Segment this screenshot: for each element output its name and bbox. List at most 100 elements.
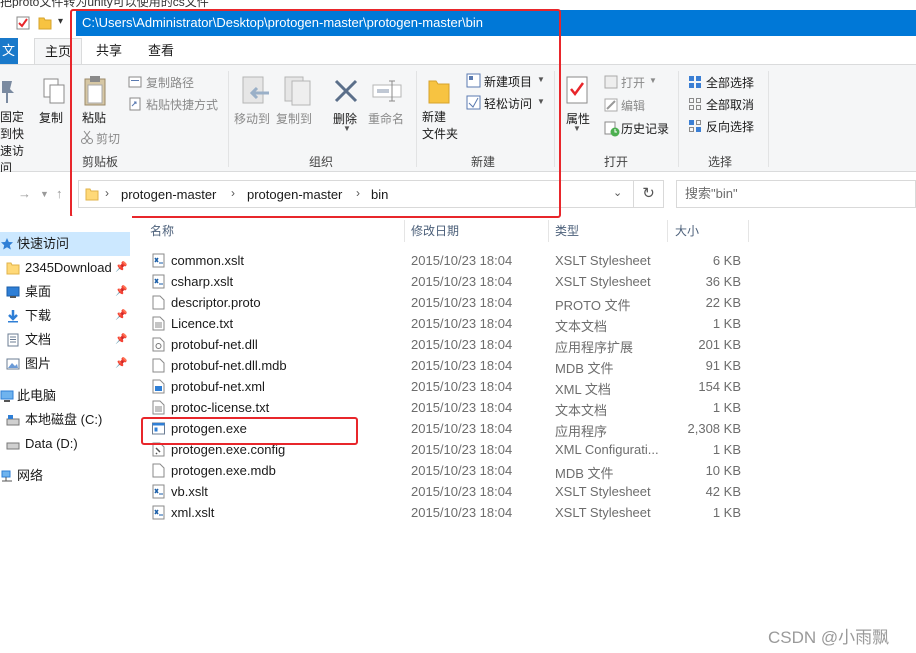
- nav-item-desktop[interactable]: 桌面 📌: [0, 280, 130, 304]
- move-to-icon[interactable]: [241, 75, 271, 107]
- invert-selection-icon[interactable]: [688, 119, 702, 133]
- rename-button[interactable]: 重命名: [368, 110, 404, 127]
- chevron-right-icon[interactable]: ›: [105, 186, 109, 200]
- invert-selection-button[interactable]: 反向选择: [706, 118, 754, 135]
- paste-shortcut-button[interactable]: 粘贴快捷方式: [146, 96, 218, 113]
- forward-arrow-icon[interactable]: →: [18, 186, 31, 201]
- chevron-right-icon[interactable]: ›: [231, 186, 235, 200]
- history-icon[interactable]: [604, 121, 620, 137]
- nav-item-drive-d[interactable]: Data (D:): [0, 432, 130, 456]
- file-date: 2015/10/23 18:04: [411, 400, 513, 415]
- pin-icon[interactable]: [0, 77, 16, 105]
- nav-item-pictures[interactable]: 图片 📌: [0, 352, 130, 376]
- nav-item-quick-access[interactable]: 快速访问: [0, 232, 130, 256]
- refresh-button[interactable]: ↻: [634, 180, 664, 208]
- history-button[interactable]: 历史记录: [621, 120, 669, 137]
- new-item-button[interactable]: 新建项目: [484, 73, 532, 90]
- move-to-button[interactable]: 移动到: [234, 110, 270, 127]
- edit-button[interactable]: 编辑: [621, 97, 645, 114]
- tab-file[interactable]: 文件: [0, 38, 18, 64]
- properties-icon[interactable]: [566, 75, 588, 107]
- tab-share[interactable]: 共享: [86, 38, 132, 64]
- open-dropdown-icon[interactable]: ▼: [649, 76, 657, 85]
- properties-dropdown-icon[interactable]: ▼: [573, 124, 581, 133]
- select-none-icon[interactable]: [688, 97, 702, 111]
- table-row[interactable]: common.xslt 2015/10/23 18:04 XSLT Styleshe…: [146, 250, 746, 271]
- copy-path-icon[interactable]: [128, 75, 142, 89]
- tab-view[interactable]: 查看: [138, 38, 184, 64]
- easy-access-icon[interactable]: [466, 95, 481, 110]
- column-header-size[interactable]: 大小: [675, 222, 699, 239]
- table-row[interactable]: protobuf-net.dll 2015/10/23 18:04 应用程序扩展 20…: [146, 334, 746, 355]
- column-header-type[interactable]: 类型: [555, 222, 579, 239]
- table-row[interactable]: protobuf-net.dll.mdb 2015/10/23 18:04 MDB …: [146, 355, 746, 376]
- pin-icon[interactable]: 📌: [115, 328, 127, 352]
- copy-to-button[interactable]: 复制到: [276, 110, 312, 127]
- search-input[interactable]: 搜索"bin": [676, 180, 916, 208]
- easy-access-dropdown-icon[interactable]: ▼: [537, 97, 545, 106]
- copy-button[interactable]: 复制: [39, 109, 63, 126]
- paste-shortcut-icon[interactable]: [128, 97, 142, 111]
- table-row[interactable]: protoc-license.txt 2015/10/23 18:04 文本文档 1 …: [146, 397, 746, 418]
- table-row[interactable]: csharp.xslt 2015/10/23 18:04 XSLT Styleshe…: [146, 271, 746, 292]
- breadcrumb-segment[interactable]: protogen-master: [247, 187, 342, 202]
- column-divider[interactable]: [667, 220, 668, 242]
- nav-item-drive-c[interactable]: 本地磁盘 (C:): [0, 408, 130, 432]
- pin-quick-access-button[interactable]: 固定到快速访问: [0, 109, 32, 177]
- tab-home[interactable]: 主页: [34, 38, 83, 64]
- select-all-button[interactable]: 全部选择: [706, 74, 754, 91]
- new-folder-button[interactable]: 新建 文件夹: [422, 109, 458, 143]
- address-dropdown-icon[interactable]: ⌄: [613, 186, 622, 199]
- pin-icon[interactable]: 📌: [115, 280, 127, 304]
- paste-icon[interactable]: [82, 75, 108, 107]
- pin-icon[interactable]: 📌: [115, 352, 127, 376]
- column-header-name[interactable]: 名称: [150, 222, 174, 239]
- table-row[interactable]: protogen.exe 2015/10/23 18:04 应用程序 2,308 KB: [146, 418, 746, 439]
- new-folder-icon[interactable]: [428, 75, 450, 105]
- cut-icon[interactable]: [80, 130, 94, 144]
- column-header-date[interactable]: 修改日期: [411, 222, 459, 239]
- table-row[interactable]: descriptor.proto 2015/10/23 18:04 PROTO 文件…: [146, 292, 746, 313]
- breadcrumb-segment[interactable]: protogen-master: [121, 187, 216, 202]
- recent-dropdown-icon[interactable]: ▼: [40, 189, 49, 199]
- table-row[interactable]: protobuf-net.xml 2015/10/23 18:04 XML 文档 15…: [146, 376, 746, 397]
- delete-dropdown-icon[interactable]: ▼: [343, 124, 351, 133]
- nav-item-this-pc[interactable]: 此电脑: [0, 384, 130, 408]
- customize-quick-access-icon[interactable]: ▾: [58, 16, 72, 31]
- cut-button[interactable]: 剪切: [96, 130, 120, 147]
- rename-icon[interactable]: [372, 79, 402, 103]
- new-item-dropdown-icon[interactable]: ▼: [537, 75, 545, 84]
- pin-icon[interactable]: 📌: [115, 256, 127, 280]
- easy-access-button[interactable]: 轻松访问: [484, 95, 532, 112]
- properties-quick-icon[interactable]: [16, 15, 30, 30]
- open-button[interactable]: 打开: [621, 74, 645, 91]
- column-divider[interactable]: [404, 220, 405, 242]
- table-row[interactable]: protogen.exe.mdb 2015/10/23 18:04 MDB 文件 10…: [146, 460, 746, 481]
- breadcrumb-segment[interactable]: bin: [371, 187, 388, 202]
- table-row[interactable]: xml.xslt 2015/10/23 18:04 XSLT Stylesheet 1…: [146, 502, 746, 523]
- select-all-icon[interactable]: [688, 75, 702, 89]
- table-row[interactable]: protogen.exe.config 2015/10/23 18:04 XML C…: [146, 439, 746, 460]
- table-row[interactable]: Licence.txt 2015/10/23 18:04 文本文档 1 KB: [146, 313, 746, 334]
- open-icon[interactable]: [604, 75, 618, 89]
- column-divider[interactable]: [748, 220, 749, 242]
- nav-item-2345download[interactable]: 2345Download 📌: [0, 256, 130, 280]
- paste-button[interactable]: 粘贴: [82, 109, 106, 126]
- copy-path-button[interactable]: 复制路径: [146, 74, 194, 91]
- table-row[interactable]: vb.xslt 2015/10/23 18:04 XSLT Stylesheet 42…: [146, 481, 746, 502]
- copy-icon[interactable]: [42, 77, 66, 105]
- column-divider[interactable]: [548, 220, 549, 242]
- chevron-right-icon[interactable]: ›: [356, 186, 360, 200]
- delete-icon[interactable]: [332, 77, 360, 105]
- up-arrow-icon[interactable]: ↑: [56, 186, 63, 201]
- nav-item-network[interactable]: 网络: [0, 464, 130, 488]
- nav-item-documents[interactable]: 文档 📌: [0, 328, 130, 352]
- nav-item-downloads[interactable]: 下载 📌: [0, 304, 130, 328]
- new-folder-quick-icon[interactable]: [38, 15, 52, 30]
- pin-icon[interactable]: 📌: [115, 304, 127, 328]
- select-none-button[interactable]: 全部取消: [706, 96, 754, 113]
- new-item-icon[interactable]: [466, 73, 481, 88]
- copy-to-icon[interactable]: [283, 75, 313, 107]
- edit-icon[interactable]: [604, 98, 618, 112]
- address-bar[interactable]: › protogen-master › protogen-master › bi…: [78, 180, 634, 208]
